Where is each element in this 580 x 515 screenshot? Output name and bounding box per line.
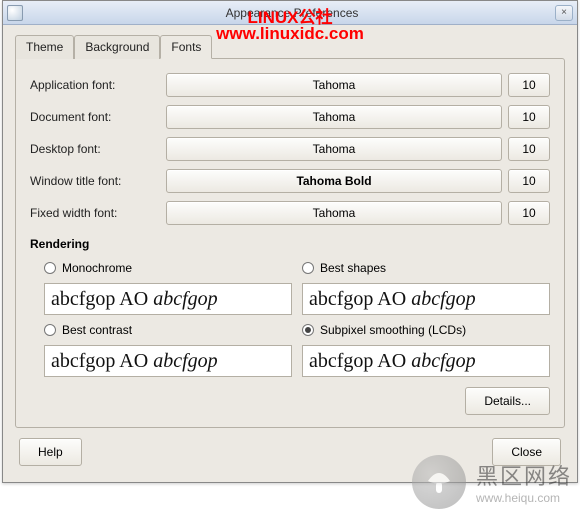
- sample-best-shapes: abcfgop AO abcfgop: [302, 283, 550, 315]
- label-application-font: Application font:: [30, 78, 160, 92]
- font-picker-window-title[interactable]: Tahoma Bold: [166, 169, 502, 193]
- tab-background[interactable]: Background: [74, 35, 160, 59]
- font-row-window-title: Window title font: Tahoma Bold 10: [30, 169, 550, 193]
- close-button[interactable]: Close: [492, 438, 561, 466]
- radio-label: Best contrast: [62, 323, 132, 337]
- sample-best-contrast: abcfgop AO abcfgop: [44, 345, 292, 377]
- watermark-brand-en: www.heiqu.com: [476, 491, 572, 505]
- window-icon: [7, 5, 23, 21]
- font-size-application[interactable]: 10: [508, 73, 550, 97]
- font-picker-application[interactable]: Tahoma: [166, 73, 502, 97]
- help-button[interactable]: Help: [19, 438, 82, 466]
- label-window-title-font: Window title font:: [30, 174, 160, 188]
- font-size-document[interactable]: 10: [508, 105, 550, 129]
- font-row-application: Application font: Tahoma 10: [30, 73, 550, 97]
- tab-theme[interactable]: Theme: [15, 35, 74, 59]
- dialog-window: Appearance Preferences × Theme Backgroun…: [2, 0, 578, 483]
- font-size-window-title[interactable]: 10: [508, 169, 550, 193]
- font-row-fixed-width: Fixed width font: Tahoma 10: [30, 201, 550, 225]
- font-row-desktop: Desktop font: Tahoma 10: [30, 137, 550, 161]
- label-fixed-width-font: Fixed width font:: [30, 206, 160, 220]
- font-row-document: Document font: Tahoma 10: [30, 105, 550, 129]
- radio-label: Best shapes: [320, 261, 386, 275]
- details-row: Details...: [30, 387, 550, 415]
- radio-label: Monochrome: [62, 261, 132, 275]
- radio-label: Subpixel smoothing (LCDs): [320, 323, 466, 337]
- radio-best-contrast[interactable]: Best contrast: [44, 321, 292, 339]
- font-picker-document[interactable]: Tahoma: [166, 105, 502, 129]
- titlebar: Appearance Preferences ×: [3, 1, 577, 25]
- radio-monochrome[interactable]: Monochrome: [44, 259, 292, 277]
- label-document-font: Document font:: [30, 110, 160, 124]
- sample-monochrome: abcfgop AO abcfgop: [44, 283, 292, 315]
- rendering-heading: Rendering: [30, 237, 550, 251]
- radio-subpixel[interactable]: Subpixel smoothing (LCDs): [302, 321, 550, 339]
- client-area: Theme Background Fonts Application font:…: [3, 25, 577, 482]
- radio-icon: [44, 262, 56, 274]
- radio-icon: [302, 262, 314, 274]
- radio-best-shapes[interactable]: Best shapes: [302, 259, 550, 277]
- window-title: Appearance Preferences: [29, 6, 555, 20]
- close-icon[interactable]: ×: [555, 5, 573, 21]
- tab-strip: Theme Background Fonts: [15, 35, 565, 59]
- font-size-desktop[interactable]: 10: [508, 137, 550, 161]
- dialog-footer: Help Close: [15, 428, 565, 470]
- radio-icon: [44, 324, 56, 336]
- font-picker-fixed-width[interactable]: Tahoma: [166, 201, 502, 225]
- sample-subpixel: abcfgop AO abcfgop: [302, 345, 550, 377]
- tab-fonts[interactable]: Fonts: [160, 35, 212, 59]
- details-button[interactable]: Details...: [465, 387, 550, 415]
- label-desktop-font: Desktop font:: [30, 142, 160, 156]
- font-picker-desktop[interactable]: Tahoma: [166, 137, 502, 161]
- rendering-grid: Monochrome Best shapes abcfgop AO abcfgo…: [30, 259, 550, 377]
- font-size-fixed-width[interactable]: 10: [508, 201, 550, 225]
- fonts-panel: Application font: Tahoma 10 Document fon…: [15, 58, 565, 428]
- radio-icon: [302, 324, 314, 336]
